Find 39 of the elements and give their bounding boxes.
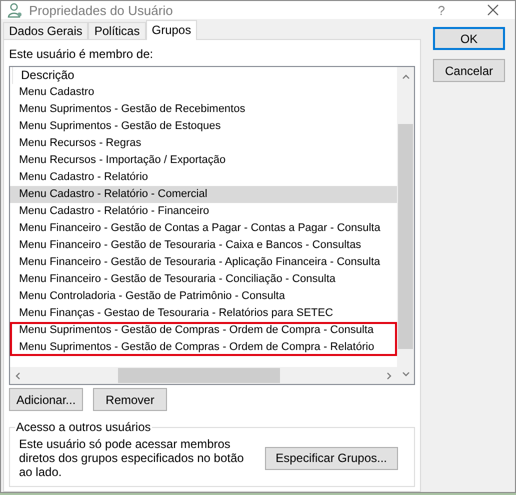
remove-button[interactable]: Remover (93, 388, 167, 411)
tab[interactable]: Dados Gerais (3, 22, 88, 39)
vertical-scrollbar[interactable] (397, 67, 414, 384)
list-item[interactable]: Menu Cadastro - Relatório - Comercial (10, 186, 397, 203)
list-item[interactable]: Menu Financeiro - Gestão de Contas a Pagar - Contas a Pagar - Consulta (10, 220, 397, 237)
tab[interactable]: Grupos (146, 20, 198, 40)
cancel-button[interactable]: Cancelar (433, 59, 505, 82)
list-item[interactable]: Menu Suprimentos - Gestão de Recebimentos (10, 101, 397, 118)
scroll-right-icon[interactable] (385, 372, 393, 380)
scroll-down-icon[interactable] (402, 370, 410, 378)
group-title: Acesso a outros usuários (15, 420, 152, 434)
specify-groups-button[interactable]: Especificar Grupos... (264, 446, 398, 470)
list-item[interactable]: Menu Cadastro (10, 84, 397, 101)
list-item[interactable]: Menu Suprimentos - Gestão de Compras - Ordem de Compra - Relatório (10, 339, 397, 356)
list-item[interactable]: Menu Recursos - Importação / Exportação (10, 152, 397, 169)
close-icon[interactable] (487, 4, 499, 16)
list-item[interactable]: Menu Financeiro - Gestão de Tesouraria - Caixa e Bancos - Consultas (10, 237, 397, 254)
list-item[interactable]: Menu Cadastro - Relatório - Financeiro (10, 203, 397, 220)
list-item[interactable]: Menu Suprimentos - Gestão de Estoques (10, 118, 397, 135)
scroll-left-icon[interactable] (14, 372, 22, 380)
list-item[interactable]: Menu Financeiro - Gestão de Tesouraria - Conciliação - Consulta (10, 271, 397, 288)
horizontal-scrollbar[interactable] (10, 367, 397, 384)
tab[interactable]: Políticas (88, 22, 146, 39)
list-item[interactable]: Menu Suprimentos - Gestão de Compras - Ordem de Compra - Consulta (10, 322, 397, 339)
access-description: Este usuário só pode acessar membros diretos dos grupos especificados no botão ao lado. (19, 437, 245, 479)
members-label: Este usuário é membro de: (9, 47, 154, 62)
window-title: Propriedades do Usuário (29, 2, 174, 18)
list-item[interactable]: Menu Controladoria - Gestão de Patrimônio - Consulta (10, 288, 397, 305)
ok-button[interactable]: OK (433, 27, 505, 50)
user-icon (7, 2, 23, 18)
help-button[interactable]: ? (436, 2, 447, 18)
scroll-thumb[interactable] (118, 368, 280, 383)
scroll-thumb[interactable] (398, 124, 413, 349)
list-item[interactable]: Menu Financeiro - Gestão de Tesouraria - Aplicação Financeira - Consulta (10, 254, 397, 271)
list-item[interactable]: Menu Finanças - Gestao de Tesouraria - Relatórios para SETEC (10, 305, 397, 322)
scroll-up-icon[interactable] (402, 73, 410, 81)
list-item[interactable]: Menu Cadastro - Relatório (10, 169, 397, 186)
list-item[interactable]: Menu Recursos - Regras (10, 135, 397, 152)
add-button[interactable]: Adicionar... (9, 388, 83, 411)
